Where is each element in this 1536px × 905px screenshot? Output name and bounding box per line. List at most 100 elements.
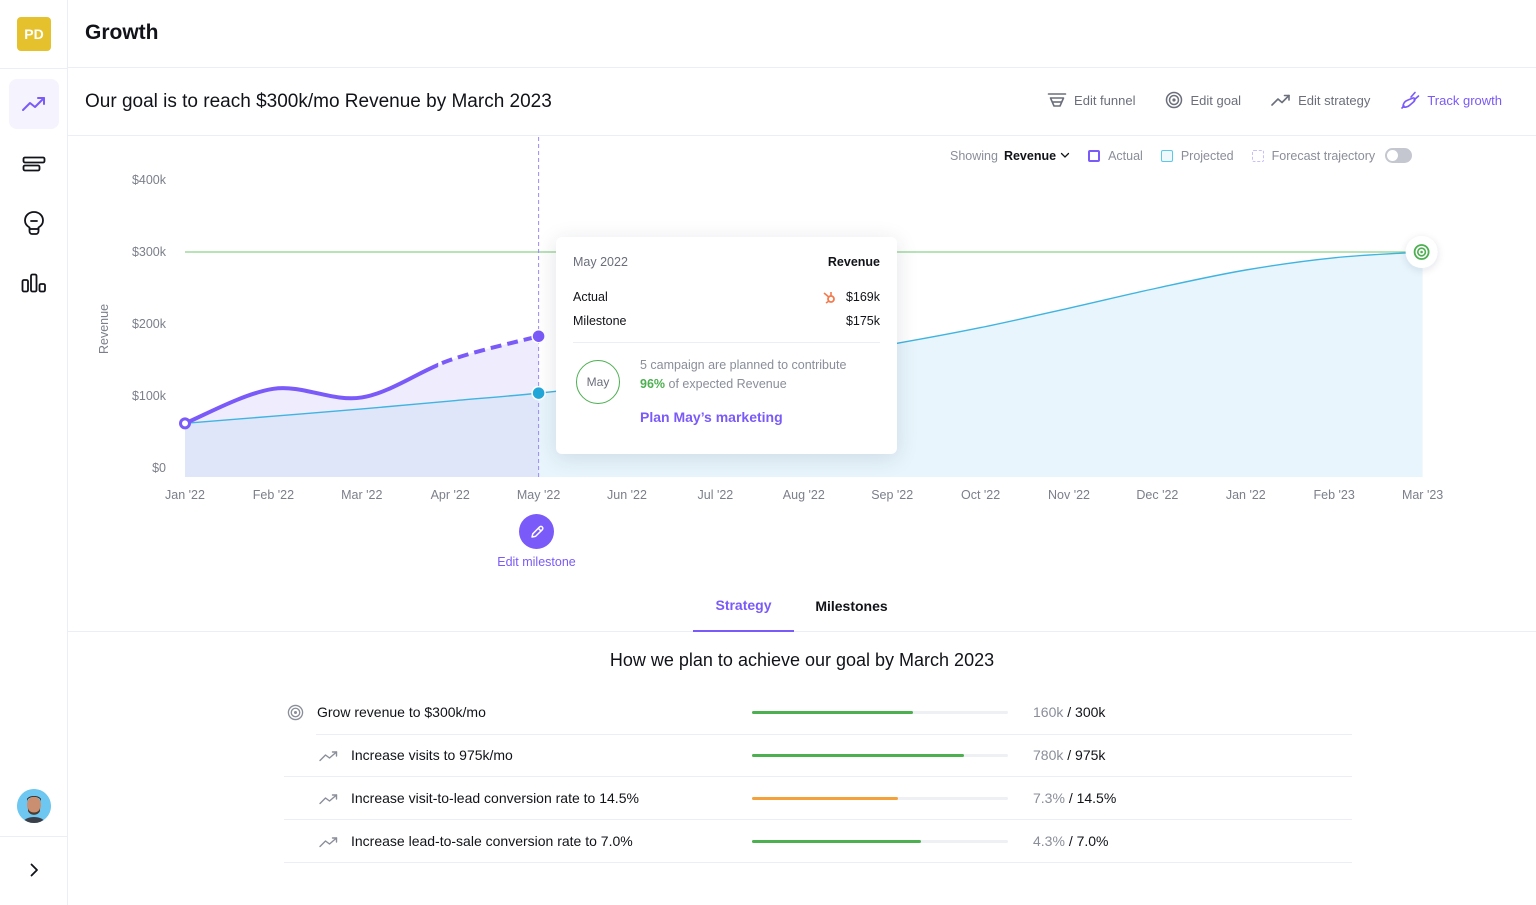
pencil-icon <box>530 525 544 538</box>
sidebar-item-ideas[interactable] <box>9 198 59 248</box>
x-tick-label: Mar '22 <box>341 488 382 502</box>
strategy-row[interactable]: Grow revenue to $300k/mo 160k / 300k <box>284 691 1352 735</box>
current-value: 4.3% <box>1033 833 1065 849</box>
x-tick-label: Aug '22 <box>783 488 825 502</box>
progress-bar <box>752 797 1008 800</box>
sidebar-item-reports[interactable] <box>9 258 59 308</box>
page-title: Growth <box>85 21 159 44</box>
progress-bar <box>752 840 1008 843</box>
edit-funnel-label: Edit funnel <box>1074 92 1136 108</box>
progress-bar-fill <box>752 754 965 757</box>
y-tick-label: $200k <box>132 317 167 331</box>
target-icon-center <box>1420 250 1423 254</box>
x-tick-label: May '22 <box>517 488 560 502</box>
funnel-icon <box>1047 93 1067 107</box>
progress-values: 780k / 975k <box>1033 747 1105 763</box>
strategy-row[interactable]: Increase lead-to-sale conversion rate to… <box>284 820 1352 863</box>
chart-tooltip: May 2022 Revenue Actual $169k Milestone … <box>556 237 897 454</box>
x-tick-label: Mar '23 <box>1402 488 1443 502</box>
campaign-text: 5 campaign are planned to contribute <box>640 358 847 372</box>
target-value: 300k <box>1075 704 1106 720</box>
tooltip-row-actual: Actual $169k <box>573 290 880 304</box>
actual-start-point <box>179 417 191 430</box>
strategy-row[interactable]: Increase visit-to-lead conversion rate t… <box>284 777 1352 820</box>
tab-bar: Strategy Milestones <box>68 580 1536 632</box>
current-value: 7.3% <box>1033 790 1065 806</box>
edit-strategy-button[interactable]: Edit strategy <box>1271 93 1370 108</box>
user-avatar[interactable] <box>17 789 51 823</box>
x-tick-label: Jul '22 <box>698 488 734 502</box>
progress-values: 160k / 300k <box>1033 704 1105 720</box>
x-tick-label: Dec '22 <box>1136 488 1178 502</box>
strategy-row[interactable]: Increase visits to 975k/mo 780k / 975k <box>284 734 1352 777</box>
x-tick-label: Jan '22 <box>165 488 205 502</box>
tooltip-milestone-value: $175k <box>845 314 880 328</box>
tooltip-actual-value: $169k <box>845 290 880 304</box>
x-tick-label: Nov '22 <box>1048 488 1090 502</box>
tooltip-row-label: Milestone <box>573 314 627 328</box>
target-separator: / <box>1067 704 1072 720</box>
tooltip-month: May 2022 <box>573 255 628 269</box>
current-value: 780k <box>1033 747 1064 763</box>
x-tick-label: Jun '22 <box>607 488 647 502</box>
stacked-bars-icon <box>22 156 46 172</box>
plug-icon <box>1401 91 1420 109</box>
progress-bar <box>752 711 1008 714</box>
strategy-row-label: Increase visit-to-lead conversion rate t… <box>351 790 639 806</box>
actual-selected-point <box>531 328 546 344</box>
progress-bar-fill <box>752 840 921 843</box>
sidebar: PD <box>0 0 68 905</box>
goal-actions: Edit funnel Edit goal Edit strategy Trac… <box>1047 91 1502 109</box>
trend-up-icon <box>1271 94 1290 106</box>
y-tick-label: $400k <box>132 173 167 187</box>
tab-milestones[interactable]: Milestones <box>801 580 902 632</box>
edit-goal-label: Edit goal <box>1190 92 1242 108</box>
chevron-right-icon <box>30 863 38 877</box>
goal-bar: Our goal is to reach $300k/mo Revenue by… <box>68 68 1536 136</box>
sidebar-item-growth[interactable] <box>9 79 59 129</box>
tooltip-divider <box>573 342 880 343</box>
target-icon <box>287 704 304 721</box>
trend-up-icon <box>319 794 338 805</box>
tooltip-row-label: Actual <box>573 290 608 304</box>
x-tick-label: Sep '22 <box>871 488 913 502</box>
target-value: 14.5% <box>1076 790 1117 806</box>
edit-funnel-button[interactable]: Edit funnel <box>1047 92 1135 108</box>
tab-strategy[interactable]: Strategy <box>693 580 794 632</box>
campaign-percent: 96% <box>640 377 666 391</box>
sidebar-divider <box>0 68 68 69</box>
target-separator: / <box>1068 790 1073 806</box>
plan-marketing-link[interactable]: Plan May’s marketing <box>640 409 846 425</box>
strategy-row-label: Increase visits to 975k/mo <box>351 747 513 763</box>
edit-milestone-label[interactable]: Edit milestone <box>486 555 587 569</box>
trend-up-icon <box>319 751 338 762</box>
workspace-logo[interactable]: PD <box>17 17 51 51</box>
projected-selected-point <box>531 385 546 401</box>
x-tick-label: Oct '22 <box>961 488 1000 502</box>
x-tick-label: Feb '23 <box>1314 488 1355 502</box>
progress-values: 7.3% / 14.5% <box>1033 790 1116 806</box>
track-growth-button[interactable]: Track growth <box>1400 91 1502 109</box>
target-value: 975k <box>1075 747 1106 763</box>
strategy-list: Grow revenue to $300k/mo 160k / 300k Incre… <box>284 691 1352 863</box>
target-value: 7.0% <box>1076 833 1109 849</box>
expand-sidebar-button[interactable] <box>24 860 44 880</box>
edit-milestone-button[interactable] <box>519 514 554 549</box>
trend-up-icon <box>319 837 338 848</box>
lightbulb-icon <box>24 211 44 235</box>
month-progress-ring: May <box>576 360 620 404</box>
strategy-row-label: Increase lead-to-sale conversion rate to… <box>351 833 633 849</box>
progress-bar-fill <box>752 797 898 800</box>
y-tick-label: $0 <box>152 461 166 475</box>
track-growth-label: Track growth <box>1427 92 1502 108</box>
edit-goal-button[interactable]: Edit goal <box>1165 91 1241 109</box>
progress-bar <box>752 754 1008 757</box>
target-icon <box>1166 91 1183 109</box>
sidebar-item-funnel[interactable] <box>9 139 59 189</box>
tooltip-metric: Revenue <box>827 255 880 269</box>
top-bar: Growth <box>68 0 1536 68</box>
target-separator: / <box>1067 747 1072 763</box>
progress-bar-fill <box>752 711 914 714</box>
progress-values: 4.3% / 7.0% <box>1033 833 1109 849</box>
campaign-percent-suffix: of expected Revenue <box>668 377 787 391</box>
